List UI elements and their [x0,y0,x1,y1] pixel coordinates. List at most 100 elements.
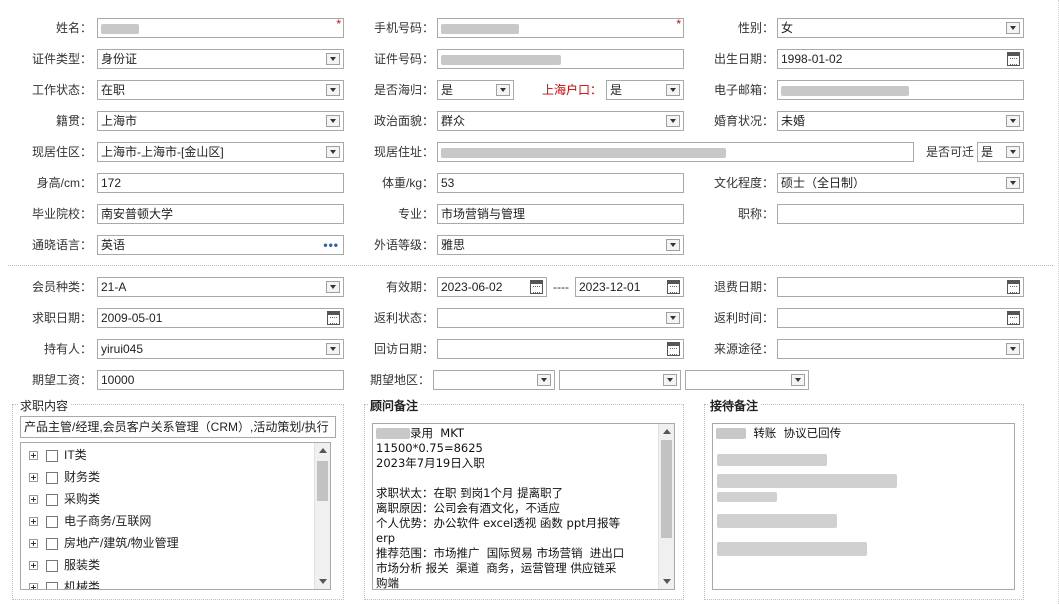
tree-item[interactable]: 机械类 [29,577,101,590]
rebate-time-field[interactable] [777,308,1024,328]
checkbox-icon[interactable] [46,449,58,462]
title-field[interactable] [777,204,1024,224]
gender-select[interactable]: 女 [777,18,1024,38]
calendar-icon[interactable] [1007,311,1020,325]
apply-date-field[interactable]: 2009-05-01 [97,308,344,328]
id-type-select[interactable]: 身份证 [97,49,344,69]
political-select[interactable]: 群众 [437,111,684,131]
work-status-select[interactable]: 在职 [97,80,344,100]
valid-from-field[interactable]: 2023-06-02 [437,277,547,297]
scroll-down-icon[interactable] [319,579,327,584]
scroll-thumb[interactable] [661,440,672,538]
returnee-select[interactable]: 是 [437,80,514,100]
relocate-select[interactable]: 是 [977,142,1024,162]
dropdown-arrow-icon[interactable] [1006,177,1020,189]
calendar-icon[interactable] [667,342,680,356]
region-province-select[interactable] [433,370,555,390]
dropdown-arrow-icon[interactable] [496,84,510,96]
salary-field[interactable]: 10000 [97,370,344,390]
tree-item-label: 机械类 [64,580,101,590]
lang-level-select[interactable]: 雅思 [437,235,684,255]
checkbox-icon[interactable] [46,493,58,506]
valid-to-field[interactable]: 2023-12-01 [575,277,684,297]
school-field[interactable]: 南安普顿大学 [97,204,344,224]
plus-expander-icon[interactable] [29,495,38,505]
calendar-icon[interactable] [327,311,340,325]
dropdown-arrow-icon[interactable] [326,343,340,355]
dropdown-arrow-icon[interactable] [666,84,680,96]
major-field[interactable]: 市场营销与管理 [437,204,684,224]
job-category-tree[interactable]: IT类 财务类 采购类 电子商务/互联网 房地产/建筑/物业管理 服装类 机械类 [20,442,331,590]
tree-item[interactable]: 电子商务/互联网 [29,511,151,531]
tree-scrollbar[interactable] [314,443,330,589]
id-number-field[interactable] [437,49,684,69]
tree-item[interactable]: IT类 [29,445,87,465]
address-field[interactable] [437,142,914,162]
name-field[interactable]: * [97,18,344,38]
reception-notes-textarea[interactable]: 转账 协议已回传 [712,423,1015,590]
dropdown-arrow-icon[interactable] [1006,343,1020,355]
checkbox-icon[interactable] [46,537,58,550]
native-select[interactable]: 上海市 [97,111,344,131]
calendar-icon[interactable] [530,280,543,294]
advisor-scrollbar[interactable] [658,424,674,589]
scroll-up-icon[interactable] [319,448,327,453]
refund-date-field[interactable] [777,277,1024,297]
birth-date-field[interactable]: 1998-01-02 [777,49,1024,69]
language-field[interactable]: 英语 ••• [97,235,344,255]
marital-select[interactable]: 未婚 [777,111,1024,131]
shanghai-hukou-select[interactable]: 是 [606,80,684,100]
weight-field[interactable]: 53 [437,173,684,193]
email-field[interactable] [777,80,1024,100]
tree-item[interactable]: 采购类 [29,489,100,509]
dropdown-arrow-icon[interactable] [326,53,340,65]
rebate-status-select[interactable] [437,308,684,328]
phone-field[interactable]: * [437,18,684,38]
calendar-icon[interactable] [667,280,680,294]
dropdown-arrow-icon[interactable] [666,115,680,127]
job-selected-field[interactable]: 产品主管/经理,会员客户关系管理（CRM）,活动策划/执行 [20,416,336,438]
plus-expander-icon[interactable] [29,539,38,549]
plus-expander-icon[interactable] [29,451,38,461]
dropdown-arrow-icon[interactable] [1006,22,1020,34]
dropdown-arrow-icon[interactable] [666,312,680,324]
plus-expander-icon[interactable] [29,561,38,571]
member-type-select[interactable]: 21-A [97,277,344,297]
calendar-icon[interactable] [1007,52,1020,66]
dropdown-arrow-icon[interactable] [1006,115,1020,127]
dropdown-arrow-icon[interactable] [326,84,340,96]
dropdown-arrow-icon[interactable] [663,374,677,386]
dropdown-arrow-icon[interactable] [326,115,340,127]
dropdown-arrow-icon[interactable] [326,281,340,293]
region-district-select[interactable] [685,370,809,390]
holder-select[interactable]: yirui045 [97,339,344,359]
dropdown-arrow-icon[interactable] [326,146,340,158]
source-select[interactable] [777,339,1024,359]
scroll-down-icon[interactable] [663,579,671,584]
scroll-up-icon[interactable] [663,429,671,434]
tree-item[interactable]: 服装类 [29,555,100,575]
dropdown-arrow-icon[interactable] [666,239,680,251]
visit-date-field[interactable] [437,339,684,359]
scroll-thumb[interactable] [317,461,328,501]
checkbox-icon[interactable] [46,581,58,589]
checkbox-icon[interactable] [46,559,58,572]
region-city-select[interactable] [559,370,681,390]
checkbox-icon[interactable] [46,515,58,528]
plus-expander-icon[interactable] [29,473,38,483]
plus-expander-icon[interactable] [29,517,38,527]
education-select[interactable]: 硕士（全日制） [777,173,1024,193]
dropdown-arrow-icon[interactable] [791,374,805,386]
dropdown-arrow-icon[interactable] [537,374,551,386]
height-field[interactable]: 172 [97,173,344,193]
more-options-icon[interactable]: ••• [323,236,339,254]
tree-item[interactable]: 财务类 [29,467,100,487]
dropdown-arrow-icon[interactable] [1006,146,1020,158]
calendar-icon[interactable] [1007,280,1020,294]
checkbox-icon[interactable] [46,471,58,484]
residence-area-select[interactable]: 上海市-上海市-[金山区] [97,142,344,162]
plus-expander-icon[interactable] [29,583,38,589]
job-content-title: 求职内容 [18,397,71,414]
advisor-notes-textarea[interactable]: 录用 MKT 11500*0.75=8625 2023年7月19日入职 求职状太… [372,423,675,590]
tree-item[interactable]: 房地产/建筑/物业管理 [29,533,179,553]
